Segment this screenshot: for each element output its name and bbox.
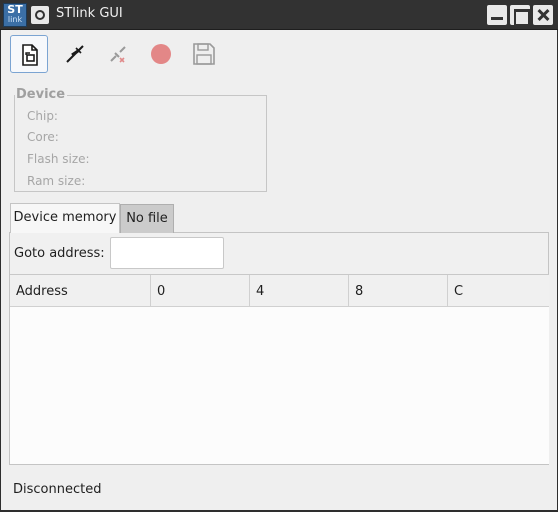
window-menu-icon[interactable]: [31, 6, 49, 24]
open-file-button[interactable]: [10, 35, 48, 73]
file-open-icon: [22, 44, 38, 66]
ram-size-label: Ram size:: [27, 174, 86, 188]
save-button[interactable]: [185, 35, 223, 73]
window-title: STlink GUI: [56, 6, 123, 21]
memory-table-header: Address 0 4 8 C: [10, 275, 549, 307]
column-header-0[interactable]: 0: [151, 275, 250, 306]
connect-button[interactable]: [56, 35, 94, 73]
record-button[interactable]: [142, 35, 180, 73]
memory-table[interactable]: Address 0 4 8 C: [10, 274, 549, 464]
tab-no-file[interactable]: No file: [120, 204, 174, 233]
goto-address-label: Goto address:: [14, 246, 105, 261]
plug-connect-icon: [66, 45, 84, 63]
app-icon-text-top: ST: [7, 3, 23, 16]
client-area: Device Chip: Core: Flash size: Ram size:…: [1, 30, 557, 510]
column-header-address[interactable]: Address: [10, 275, 151, 306]
column-header-c[interactable]: C: [448, 275, 549, 306]
flash-size-label: Flash size:: [27, 152, 90, 166]
column-header-4[interactable]: 4: [250, 275, 349, 306]
stlink-app-icon: ST link: [3, 3, 27, 27]
device-group-title: Device: [15, 87, 68, 102]
app-icon-text-bottom: link: [7, 15, 23, 24]
goto-address-input[interactable]: [110, 237, 224, 269]
minimize-button[interactable]: [487, 5, 507, 25]
red-circle-icon: [151, 44, 171, 64]
core-label: Core:: [27, 130, 59, 144]
title-bar[interactable]: ST link STlink GUI: [0, 0, 558, 30]
chip-label: Chip:: [27, 109, 58, 123]
status-bar-text: Disconnected: [13, 482, 102, 497]
column-header-8[interactable]: 8: [349, 275, 448, 306]
floppy-disk-icon: [193, 43, 215, 65]
close-button[interactable]: [533, 5, 553, 25]
disconnect-button[interactable]: [99, 35, 137, 73]
tab-device-memory[interactable]: Device memory: [10, 203, 120, 233]
plug-disconnect-icon: [110, 46, 126, 63]
main-window: ST link STlink GUI Device Chip: Core: Fl…: [0, 0, 558, 512]
maximize-button[interactable]: [510, 5, 530, 26]
